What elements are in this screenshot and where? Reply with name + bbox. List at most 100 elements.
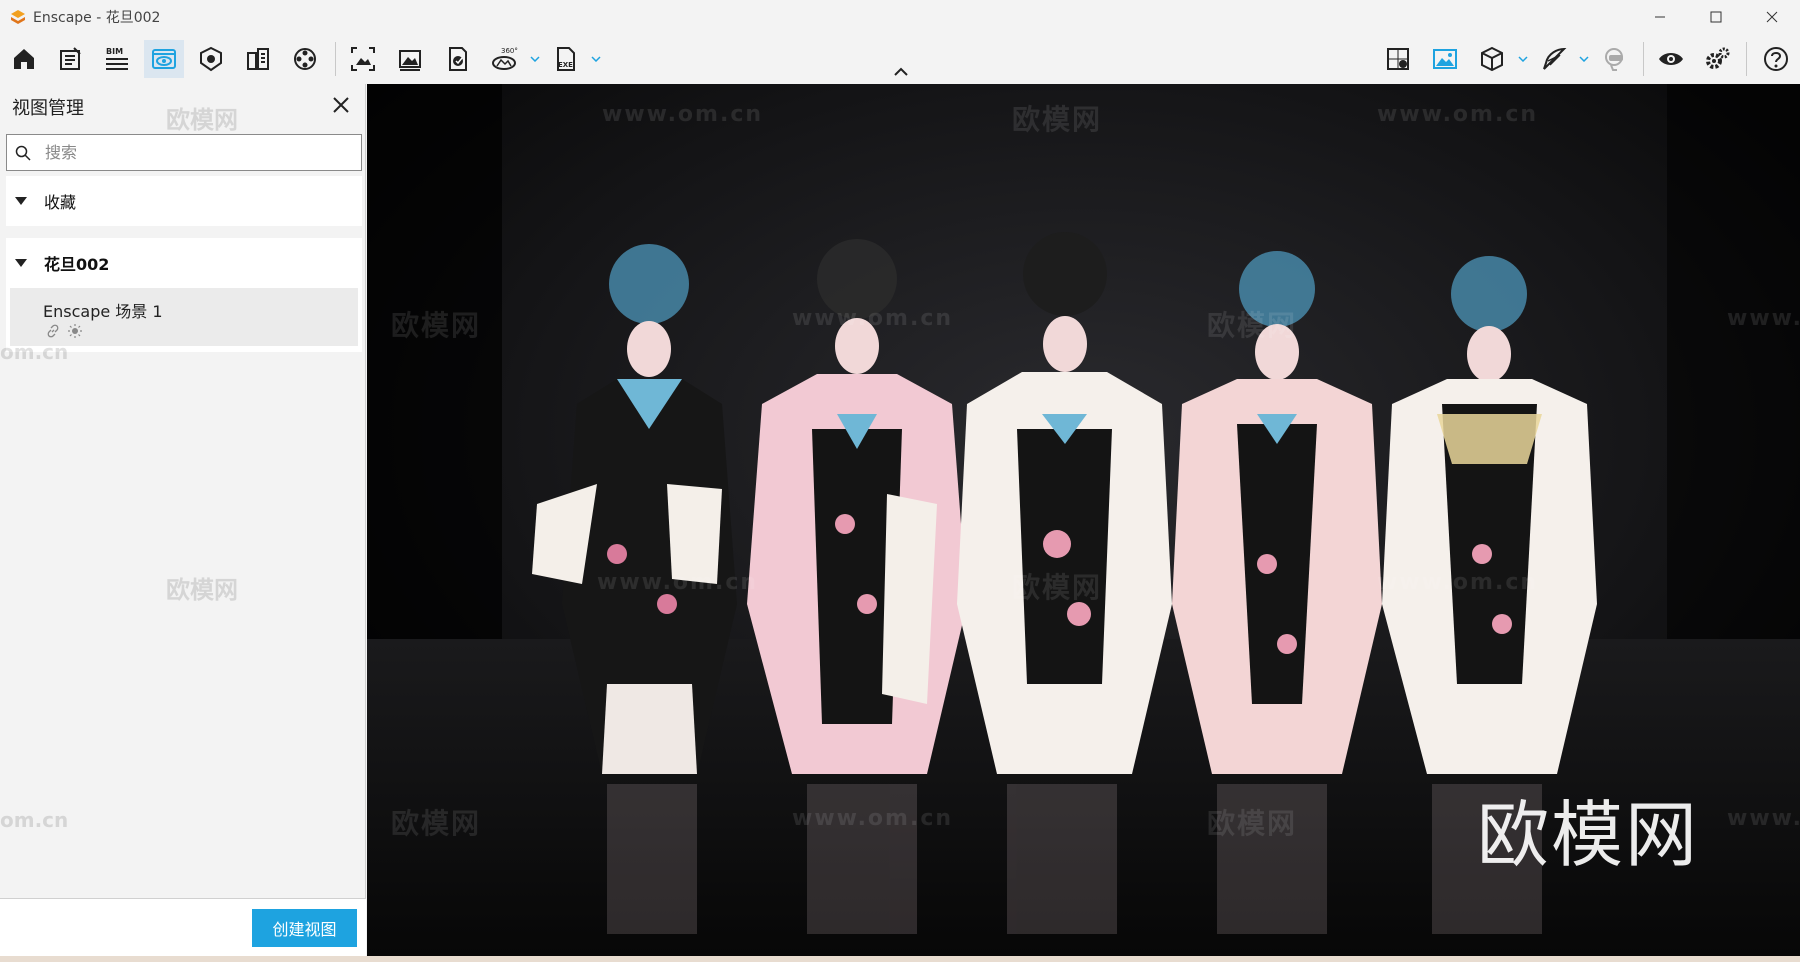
asset-library-button[interactable]: [285, 40, 325, 78]
bim-icon: BIM: [106, 47, 128, 70]
svg-text:BIM: BIM: [106, 47, 123, 56]
material-editor-icon: [200, 46, 222, 72]
url-watermark: www.om.cn: [1377, 102, 1539, 127]
chevron-down-icon: [530, 56, 540, 62]
brand-watermark: 欧模网: [1012, 571, 1103, 604]
panorama-icon: [449, 47, 467, 71]
help-icon: [1764, 47, 1788, 71]
360-export-button[interactable]: 360°: [484, 40, 524, 78]
exe-export-icon: EXE: [557, 47, 575, 71]
cube-button[interactable]: [1472, 40, 1512, 78]
maximize-icon: [1710, 11, 1722, 23]
brand-watermark: 欧模网: [1012, 103, 1103, 136]
url-fragment-watermark: om.cn: [0, 808, 69, 832]
url-fragment-watermark: om.cn: [0, 340, 69, 364]
vr-headset-icon: [1605, 48, 1623, 71]
title-bar: Enscape - 花旦002: [0, 0, 1800, 34]
cube-dropdown[interactable]: [1516, 52, 1530, 66]
sun-icon[interactable]: [68, 324, 82, 338]
minimize-icon: [1655, 16, 1665, 18]
search-field[interactable]: [6, 134, 362, 171]
exe-export-button[interactable]: EXE: [546, 40, 586, 78]
batch-render-icon: [399, 50, 421, 71]
image-settings-button[interactable]: [1425, 40, 1465, 78]
home-button[interactable]: [4, 40, 44, 78]
brand-watermark: 欧模网: [391, 807, 482, 840]
url-prefix-watermark: www.o: [1727, 806, 1800, 831]
feather-button[interactable]: [1534, 40, 1574, 78]
vr-headset-button[interactable]: [1595, 40, 1635, 78]
url-watermark: www.om.cn: [792, 306, 954, 331]
brand-watermark: 欧模网: [166, 576, 238, 604]
feather-icon: [1543, 47, 1567, 70]
map-button[interactable]: [1378, 40, 1418, 78]
close-panel-button[interactable]: [328, 92, 354, 118]
feather-dropdown[interactable]: [1577, 52, 1591, 66]
enscape-logo-icon: [11, 10, 25, 24]
toolbar-separator: [1746, 42, 1747, 76]
window-bottom-edge: [0, 956, 1800, 962]
svg-text:EXE: EXE: [558, 61, 573, 69]
360-dropdown[interactable]: [528, 52, 542, 66]
link-icon[interactable]: [46, 324, 60, 338]
render-viewport[interactable]: www.om.cn 欧模网 www.om.cn 欧模网 www.om.cn 欧模…: [367, 84, 1800, 956]
expand-triangle-icon: [15, 197, 27, 205]
url-prefix-watermark: www.o: [1727, 306, 1800, 331]
view-list-item[interactable]: Enscape 场景 1: [10, 288, 358, 346]
settings-button[interactable]: [1698, 40, 1738, 78]
svg-text:360°: 360°: [501, 47, 518, 55]
close-icon: [333, 97, 349, 113]
image-settings-icon: [1433, 49, 1457, 69]
batch-render-button[interactable]: [390, 40, 430, 78]
asset-library-icon: [294, 48, 316, 70]
material-editor-button[interactable]: [191, 40, 231, 78]
favorites-label: 收藏: [44, 193, 77, 212]
brand-watermark: 欧模网: [1207, 309, 1298, 342]
help-button[interactable]: [1756, 40, 1796, 78]
screenshot-button[interactable]: [343, 40, 383, 78]
bim-button[interactable]: BIM: [97, 40, 137, 78]
toolbar-separator: [1643, 42, 1644, 76]
url-watermark: www.om.cn: [602, 102, 764, 127]
panorama-button[interactable]: [437, 40, 477, 78]
brand-watermark: 欧模网: [166, 106, 238, 134]
model-group-label: 花旦002: [44, 255, 110, 274]
model-group-header[interactable]: 花旦002: [6, 238, 362, 288]
cube-icon: [1481, 46, 1503, 72]
view-name: Enscape 场景 1: [43, 302, 163, 321]
url-watermark: www.om.cn: [1377, 570, 1539, 595]
search-icon: [15, 145, 31, 161]
collapse-toolbar-icon[interactable]: [893, 66, 909, 78]
toolbar-separator: [335, 42, 336, 76]
minimize-button[interactable]: [1632, 0, 1688, 34]
home-icon: [14, 49, 34, 69]
site-context-icon: [247, 48, 269, 70]
panel-title: 视图管理: [12, 98, 84, 119]
view-management-button[interactable]: [144, 40, 184, 78]
favorites-group-header[interactable]: 收藏: [6, 176, 362, 226]
close-window-button[interactable]: [1744, 0, 1800, 34]
search-input[interactable]: [45, 143, 335, 162]
panel-footer: 创建视图: [0, 898, 366, 956]
eye-icon: [1659, 53, 1683, 65]
screenshot-icon: [351, 47, 375, 71]
view-management-icon: [152, 49, 176, 69]
eye-button[interactable]: [1651, 40, 1691, 78]
site-context-button[interactable]: [238, 40, 278, 78]
map-icon: [1387, 48, 1409, 70]
settings-icon: [1706, 47, 1730, 69]
chevron-down-icon: [591, 56, 601, 62]
window-title: Enscape - 花旦002: [33, 10, 161, 26]
exe-dropdown[interactable]: [589, 52, 603, 66]
url-watermark: www.om.cn: [597, 570, 759, 595]
brand-logo-watermark: 欧模网: [1477, 793, 1700, 877]
chevron-down-icon: [1579, 56, 1589, 62]
notes-button[interactable]: [50, 40, 90, 78]
maximize-button[interactable]: [1688, 0, 1744, 34]
notes-icon: [60, 47, 81, 70]
brand-watermark: 欧模网: [1207, 807, 1298, 840]
chevron-down-icon: [1518, 56, 1528, 62]
url-watermark: www.om.cn: [792, 806, 954, 831]
model-group: 花旦002 Enscape 场景 1: [6, 238, 362, 352]
create-view-button[interactable]: 创建视图: [252, 909, 357, 947]
